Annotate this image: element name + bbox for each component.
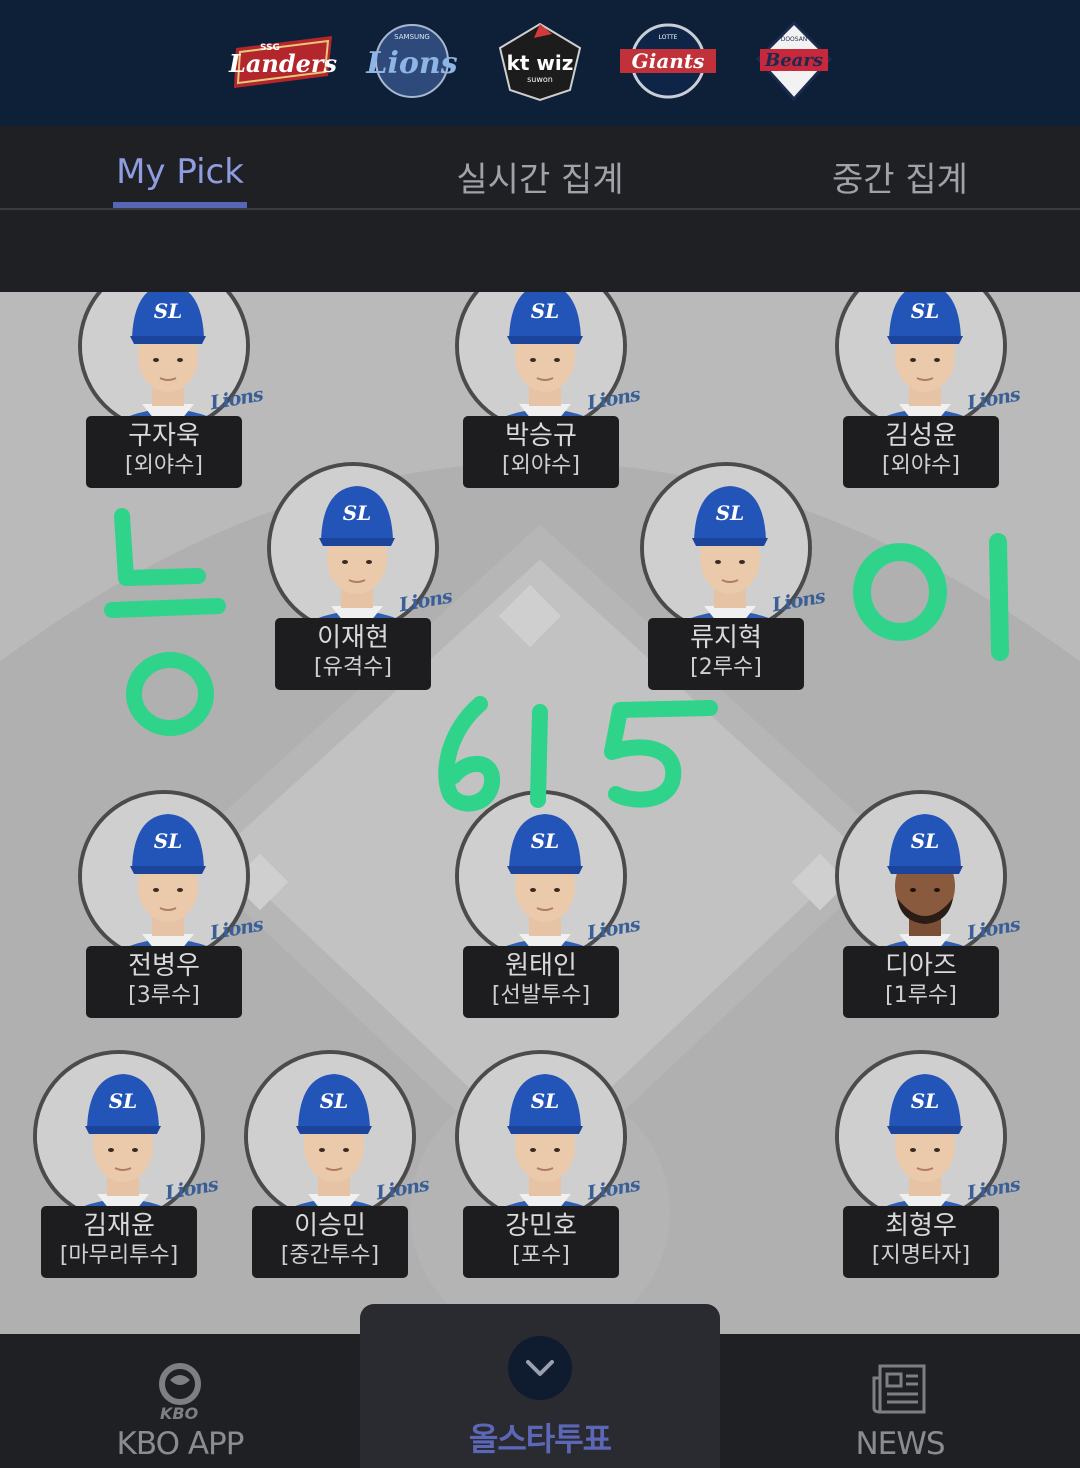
player-name-card: 원태인 [선발투수]: [463, 946, 619, 1018]
player-name-card: 김재윤 [마무리투수]: [41, 1206, 197, 1278]
samsung-lions-logo[interactable]: Lions SAMSUNG: [362, 18, 462, 104]
baseball-field: Lions 구자욱 [외야수] Lions 박승규 [외야수] Lions 김성…: [0, 292, 1080, 1334]
player-name: 김성윤: [885, 421, 957, 451]
player-name-card: 류지혁 [2루수]: [648, 618, 804, 690]
player-name: 류지혁: [690, 623, 762, 653]
nav-kbo-app-label: KBO APP: [116, 1426, 245, 1462]
player-card[interactable]: Lions 김재윤 [마무리투수]: [33, 1050, 219, 1280]
player-card[interactable]: Lions 강민호 [포수]: [455, 1050, 641, 1280]
svg-text:DOOSAN: DOOSAN: [781, 36, 808, 43]
chevron-down-icon: [526, 1360, 554, 1376]
nav-allstar-vote-label: 올스타투표: [468, 1420, 612, 1458]
handwritten-i: [853, 533, 1009, 661]
handwritten-615: [438, 696, 718, 812]
player-card[interactable]: Lions 이승민 [중간투수]: [244, 1050, 430, 1280]
player-card[interactable]: Lions 구자욱 [외야수]: [78, 292, 264, 490]
nav-news-label: NEWS: [855, 1426, 945, 1462]
player-card[interactable]: Lions 류지혁 [2루수]: [640, 462, 826, 692]
player-name: 김재윤: [83, 1211, 155, 1241]
player-name-card: 최형우 [지명타자]: [843, 1206, 999, 1278]
player-name-card: 김성윤 [외야수]: [843, 416, 999, 488]
svg-text:Landers: Landers: [228, 49, 338, 78]
player-card[interactable]: Lions 김성윤 [외야수]: [835, 292, 1021, 490]
player-name-card: 이재현 [유격수]: [275, 618, 431, 690]
player-position: [외야수]: [502, 453, 580, 478]
player-position: [외야수]: [882, 453, 960, 478]
player-card[interactable]: Lions 최형우 [지명타자]: [835, 1050, 1021, 1280]
svg-text:kt wiz: kt wiz: [507, 51, 574, 75]
team-logo-header: Landers SSG Lions SAMSUNG kt wiz suwon G…: [0, 0, 1080, 126]
nav-allstar-vote[interactable]: 올스타투표: [360, 1304, 720, 1468]
player-position: [포수]: [512, 1243, 570, 1268]
player-position: [외야수]: [125, 453, 203, 478]
player-position: [1루수]: [885, 983, 957, 1008]
player-name: 전병우: [128, 951, 200, 981]
player-position: [선발투수]: [491, 983, 591, 1008]
svg-text:LOTTE: LOTTE: [659, 34, 678, 41]
player-name: 강민호: [505, 1211, 577, 1241]
tab-realtime-count[interactable]: 실시간 집계: [440, 152, 640, 201]
player-name: 디아즈: [885, 951, 957, 981]
player-card[interactable]: Lions 이재현 [유격수]: [267, 462, 453, 692]
player-name: 원태인: [505, 951, 577, 981]
player-card[interactable]: Lions 박승규 [외야수]: [455, 292, 641, 490]
svg-text:Bears: Bears: [764, 50, 823, 71]
player-name: 이승민: [294, 1211, 366, 1241]
header-spacer: [0, 210, 1080, 292]
lotte-giants-logo[interactable]: Giants LOTTE: [616, 18, 720, 104]
svg-text:suwon: suwon: [527, 75, 553, 84]
tab-interim-count[interactable]: 중간 집계: [820, 152, 980, 201]
player-name: 구자욱: [128, 421, 200, 451]
player-position: [2루수]: [690, 655, 762, 680]
player-name-card: 이승민 [중간투수]: [252, 1206, 408, 1278]
newspaper-icon: [872, 1364, 926, 1414]
player-name-card: 구자욱 [외야수]: [86, 416, 242, 488]
tab-my-pick[interactable]: My Pick: [110, 152, 250, 192]
tab-bar: My Pick 실시간 집계 중간 집계: [0, 126, 1080, 210]
svg-text:SAMSUNG: SAMSUNG: [394, 33, 430, 41]
player-position: [3루수]: [128, 983, 200, 1008]
svg-text:Lions: Lions: [365, 46, 457, 81]
active-tab-indicator: [113, 202, 247, 208]
player-name: 박승규: [505, 421, 577, 451]
player-position: [중간투수]: [280, 1243, 380, 1268]
player-position: [유격수]: [314, 655, 392, 680]
kbo-logo-text: KBO: [160, 1404, 199, 1423]
nav-news[interactable]: NEWS: [720, 1334, 1080, 1468]
player-position: [지명타자]: [871, 1243, 971, 1268]
player-card[interactable]: Lions 전병우 [3루수]: [78, 790, 264, 1020]
doosan-bears-logo[interactable]: Bears DOOSAN: [752, 18, 836, 104]
kt-wiz-logo[interactable]: kt wiz suwon: [492, 18, 588, 104]
player-name-card: 디아즈 [1루수]: [843, 946, 999, 1018]
player-name-card: 강민호 [포수]: [463, 1206, 619, 1278]
handwritten-dung: [104, 508, 226, 736]
bottom-navigation: KBO KBO APP 올스타투표 NEWS: [0, 1304, 1080, 1468]
player-card[interactable]: Lions 디아즈 [1루수]: [835, 790, 1021, 1020]
player-position: [마무리투수]: [59, 1243, 179, 1268]
svg-text:Giants: Giants: [632, 49, 705, 73]
ssg-landers-logo[interactable]: Landers SSG: [228, 18, 340, 104]
player-name-card: 박승규 [외야수]: [463, 416, 619, 488]
player-name: 이재현: [317, 623, 389, 653]
svg-text:SSG: SSG: [260, 43, 280, 53]
nav-kbo-app[interactable]: KBO KBO APP: [0, 1334, 360, 1468]
player-name-card: 전병우 [3루수]: [86, 946, 242, 1018]
player-card[interactable]: Lions 원태인 [선발투수]: [455, 790, 641, 1020]
player-name: 최형우: [885, 1211, 957, 1241]
collapse-button[interactable]: [508, 1336, 572, 1400]
